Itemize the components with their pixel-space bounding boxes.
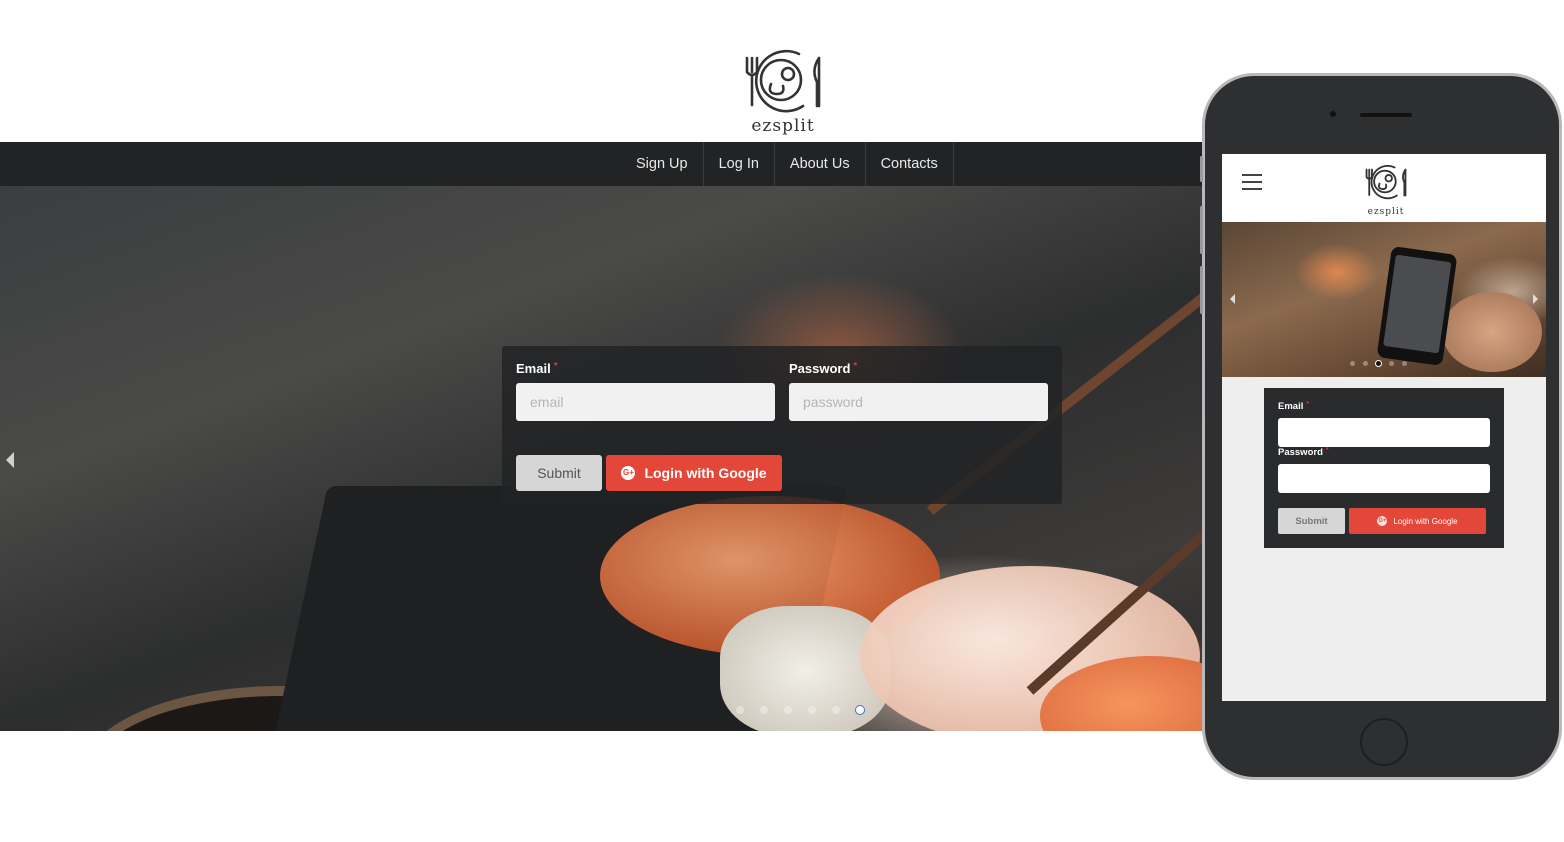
brand-name: ezsplit: [751, 116, 815, 136]
mobile-header: ezsplit: [1222, 154, 1546, 222]
mobile-email-input[interactable]: [1278, 418, 1490, 447]
phone-home-button[interactable]: [1360, 718, 1408, 766]
email-label-text: Email: [516, 361, 551, 376]
password-label: Password *: [789, 361, 857, 376]
nav-item-sign-up[interactable]: Sign Up: [620, 142, 704, 186]
password-label-text: Password: [789, 361, 851, 376]
mobile-carousel-dot-active[interactable]: [1376, 361, 1381, 366]
required-mark: *: [553, 361, 558, 372]
phone-camera: [1330, 111, 1336, 117]
mobile-carousel-dot[interactable]: [1363, 361, 1368, 366]
email-input[interactable]: [516, 383, 775, 421]
mobile-carousel-dot[interactable]: [1350, 361, 1355, 366]
submit-button[interactable]: Submit: [516, 455, 602, 491]
required-mark: *: [1306, 401, 1310, 408]
mobile-login-with-google-button[interactable]: G+ Login with Google: [1349, 508, 1486, 534]
mobile-brand-logo[interactable]: ezsplit: [1358, 162, 1414, 217]
carousel-dot-active[interactable]: [856, 706, 864, 714]
nav-menu: Sign Up Log In About Us Contacts: [620, 142, 954, 186]
carousel-dot[interactable]: [760, 706, 768, 714]
carousel-dot[interactable]: [784, 706, 792, 714]
fork-knife-plate-icon: [1365, 164, 1407, 200]
mobile-carousel-next-chevron-right-icon[interactable]: [1533, 294, 1538, 304]
login-with-google-button[interactable]: G+ Login with Google: [606, 455, 782, 491]
carousel-prev-chevron-left-icon[interactable]: [6, 452, 14, 468]
mobile-screen: ezsplit Email * Password * Submit G+ Log…: [1222, 154, 1546, 701]
phone-mute-switch: [1200, 156, 1203, 182]
mobile-login-form: Email * Password * Submit G+ Login with Go…: [1264, 388, 1504, 548]
mobile-carousel-dot[interactable]: [1389, 361, 1394, 366]
phone-volume-up: [1200, 206, 1203, 254]
mobile-brand-name: ezsplit: [1367, 207, 1405, 217]
password-input[interactable]: [789, 383, 1048, 421]
carousel-dot[interactable]: [808, 706, 816, 714]
phone-mockup: ezsplit Email * Password * Submit G+ Log…: [1200, 73, 1562, 780]
login-with-google-label: Login with Google: [644, 465, 767, 481]
required-mark: *: [1325, 447, 1329, 454]
mobile-login-with-google-label: Login with Google: [1393, 516, 1458, 526]
nav-item-contacts[interactable]: Contacts: [866, 142, 954, 186]
mobile-carousel-indicators: [1350, 361, 1407, 366]
mobile-email-label: Email *: [1278, 401, 1309, 412]
google-plus-icon: G+: [621, 466, 636, 480]
required-mark: *: [853, 361, 858, 372]
nav-item-log-in[interactable]: Log In: [704, 142, 775, 186]
carousel-dot[interactable]: [832, 706, 840, 714]
fork-knife-plate-icon: [745, 49, 821, 113]
mobile-email-label-text: Email: [1278, 401, 1304, 412]
email-label: Email *: [516, 361, 558, 376]
mobile-carousel-dot[interactable]: [1402, 361, 1407, 366]
mobile-carousel-prev-chevron-left-icon[interactable]: [1230, 294, 1235, 304]
login-form: Email* Password* Submit G+ Login with Go…: [502, 346, 1062, 504]
google-plus-icon: G+: [1377, 516, 1388, 526]
brand-logo[interactable]: ezsplit: [738, 44, 828, 140]
carousel-indicators: [736, 706, 864, 714]
top-navbar: Sign Up Log In About Us Contacts: [0, 142, 1204, 186]
mobile-submit-button[interactable]: Submit: [1278, 508, 1345, 534]
mobile-password-input[interactable]: [1278, 464, 1490, 493]
phone-volume-down: [1200, 266, 1203, 314]
hamburger-menu-icon[interactable]: [1242, 174, 1262, 195]
phone-speaker: [1360, 113, 1412, 117]
mobile-password-label-text: Password: [1278, 447, 1323, 458]
carousel-dot[interactable]: [736, 706, 744, 714]
nav-item-about-us[interactable]: About Us: [775, 142, 866, 186]
hero-image-hand: [1442, 292, 1542, 372]
mobile-hero-carousel: [1222, 222, 1546, 377]
mobile-password-label: Password *: [1278, 447, 1329, 458]
